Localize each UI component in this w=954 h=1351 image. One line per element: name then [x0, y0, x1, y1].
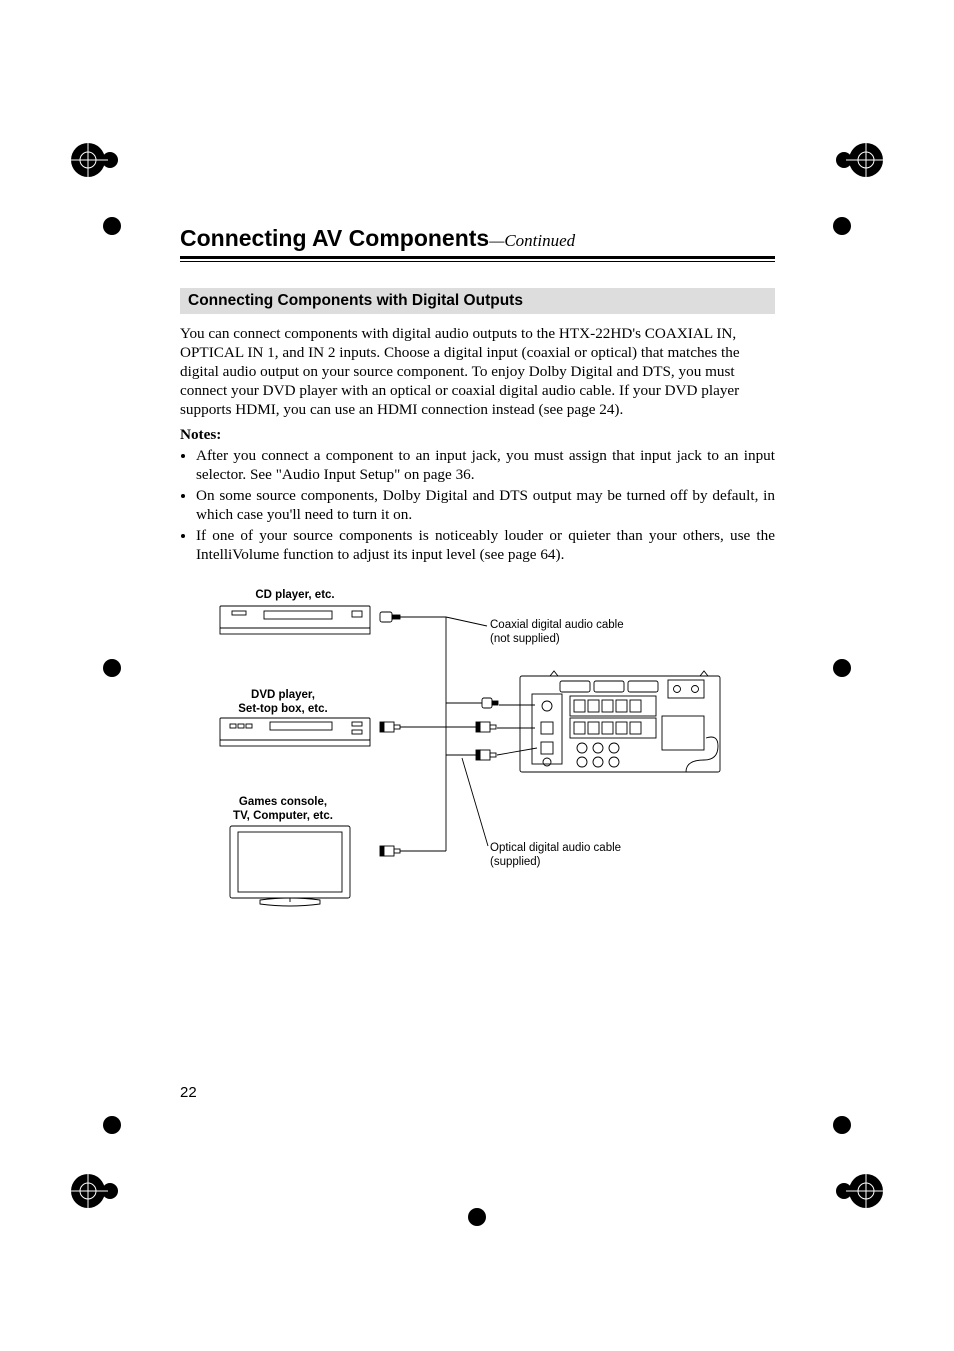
chapter-heading: Connecting AV Components—Continued: [180, 225, 775, 252]
reg-mark-corner-br: [800, 1151, 880, 1231]
heading-rule-thick: [180, 256, 775, 259]
reg-mark-side: [90, 204, 134, 248]
reg-mark-side: [90, 1103, 134, 1147]
diagram-svg: [200, 588, 755, 928]
note-item: If one of your source components is noti…: [196, 526, 775, 564]
chapter-title: Connecting AV Components: [180, 225, 489, 251]
chapter-suffix: —Continued: [489, 231, 575, 250]
note-item: After you connect a component to an inpu…: [196, 446, 775, 484]
reg-mark-corner-bl: [74, 1151, 154, 1231]
note-item: On some source components, Dolby Digital…: [196, 486, 775, 524]
notes-heading: Notes:: [180, 425, 775, 444]
intro-paragraph: You can connect components with digital …: [180, 324, 775, 419]
connection-diagram: CD player, etc. DVD player, Set-top box,…: [200, 588, 755, 928]
page-number: 22: [180, 1084, 197, 1101]
intro-text: You can connect components with digital …: [180, 324, 775, 419]
notes-list: After you connect a component to an inpu…: [180, 446, 775, 564]
reg-mark-side: [820, 1103, 864, 1147]
reg-mark-side: [90, 646, 134, 690]
reg-mark-corner-tl: [74, 120, 154, 200]
reg-mark-center-bottom: [455, 1195, 499, 1239]
section-title-bar: Connecting Components with Digital Outpu…: [180, 288, 775, 314]
heading-rule-thin: [180, 261, 775, 262]
reg-mark-side: [820, 646, 864, 690]
page-content: Connecting AV Components—Continued Conne…: [180, 225, 775, 928]
reg-mark-side: [820, 204, 864, 248]
reg-mark-corner-tr: [800, 120, 880, 200]
